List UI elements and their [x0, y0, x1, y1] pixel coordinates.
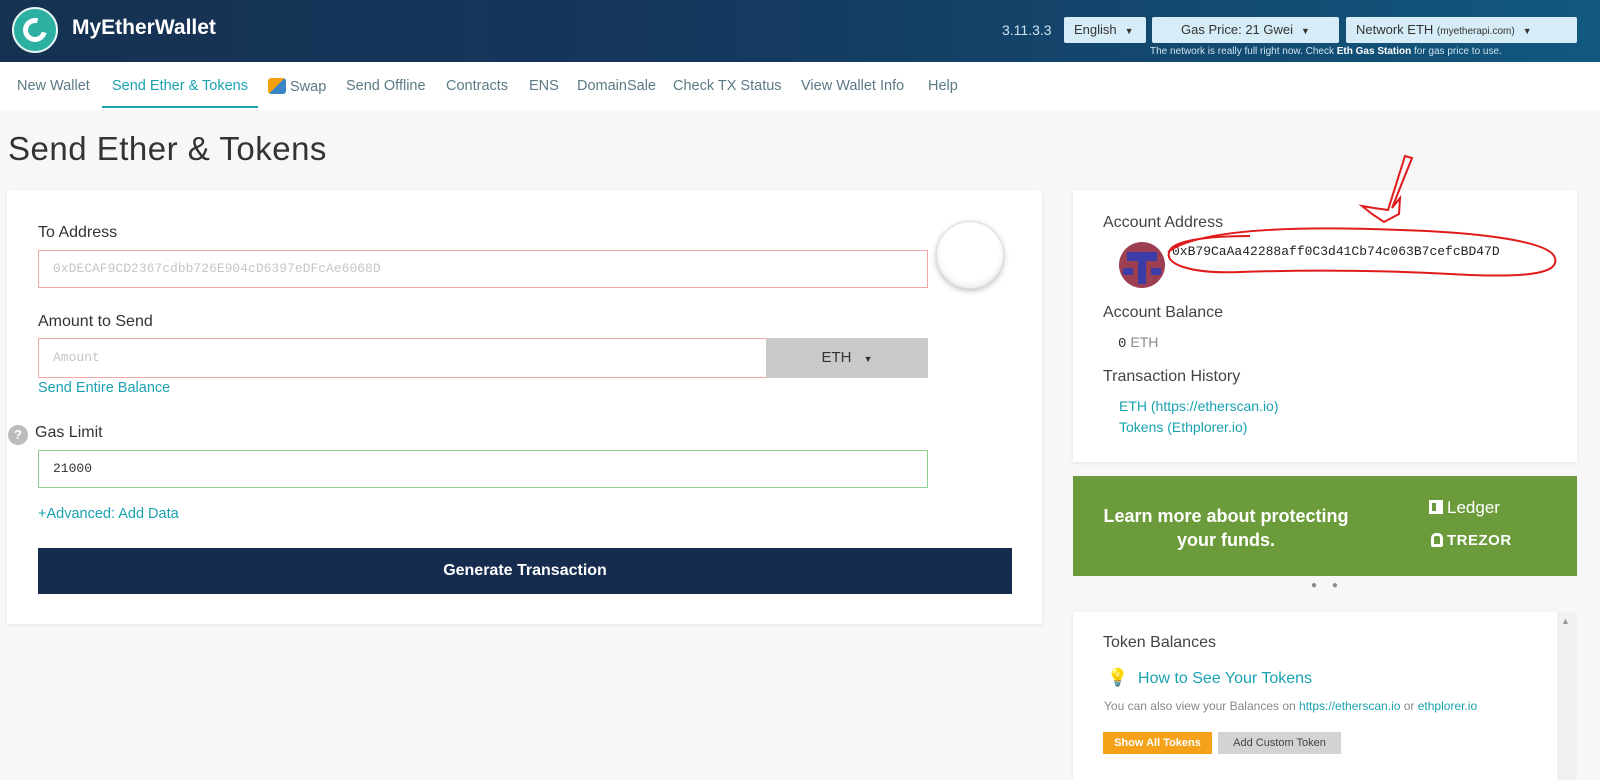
- amount-input[interactable]: Amount: [38, 338, 767, 378]
- ethplorer-link[interactable]: ethplorer.io: [1418, 699, 1477, 713]
- gas-price-label: Gas Price: 21 Gwei: [1181, 22, 1294, 37]
- trezor-icon: [1431, 533, 1443, 547]
- main-nav: New Wallet Send Ether & Tokens Swap Send…: [0, 62, 1600, 110]
- note-prefix: The network is really full right now. Ch…: [1150, 46, 1337, 57]
- nav-send-offline[interactable]: Send Offline: [346, 78, 426, 94]
- account-balance: 0 ETH: [1118, 334, 1158, 352]
- gas-limit-label: Gas Limit: [35, 424, 103, 441]
- nav-domainsale[interactable]: DomainSale: [577, 78, 656, 94]
- nav-ens[interactable]: ENS: [529, 78, 559, 94]
- nav-send-ether-tokens[interactable]: Send Ether & Tokens: [112, 78, 248, 94]
- eth-gas-station-link[interactable]: Eth Gas Station: [1337, 46, 1411, 57]
- help-question-icon[interactable]: ?: [8, 425, 28, 445]
- version-label: 3.11.3.3: [1002, 22, 1052, 38]
- token-note-mid: or: [1400, 699, 1418, 713]
- token-balances-note: You can also view your Balances on https…: [1104, 699, 1477, 713]
- ethplorer-history-link[interactable]: Tokens (Ethplorer.io): [1119, 419, 1247, 435]
- nav-check-tx-status[interactable]: Check TX Status: [673, 78, 782, 94]
- promo-text: Learn more about protecting your funds.: [1103, 506, 1349, 550]
- account-address-label: Account Address: [1103, 214, 1224, 231]
- show-all-tokens-button[interactable]: Show All Tokens: [1103, 732, 1212, 754]
- token-balances-title: Token Balances: [1103, 634, 1216, 651]
- address-identicon-placeholder: [936, 221, 1004, 289]
- account-address-value: 0xB79CaAa42288aff0C3d41Cb74c063B7cefcBD4…: [1172, 244, 1500, 259]
- caret-down-icon: ▼: [1124, 25, 1134, 36]
- nav-swap-label: Swap: [290, 79, 327, 95]
- nav-help[interactable]: Help: [928, 78, 958, 94]
- app-header: MyEtherWallet 3.11.3.3 English ▼ Gas Pric…: [0, 0, 1600, 62]
- caret-down-icon: ▼: [1522, 25, 1532, 36]
- trezor-logo[interactable]: TREZOR: [1431, 532, 1512, 549]
- account-identicon-avatar: [1119, 242, 1165, 288]
- scroll-up-arrow-icon[interactable]: ▲: [1561, 616, 1570, 626]
- caret-down-icon: ▼: [863, 354, 873, 364]
- note-suffix: for gas price to use.: [1411, 46, 1502, 57]
- currency-dropdown[interactable]: ETH ▼: [766, 338, 928, 378]
- caret-down-icon: ▼: [1301, 25, 1310, 36]
- gas-limit-input[interactable]: 21000: [38, 450, 928, 488]
- language-label: English: [1074, 22, 1117, 37]
- ledger-logo[interactable]: Ledger: [1429, 498, 1500, 518]
- to-address-label: To Address: [38, 224, 118, 241]
- swap-icon: [268, 78, 286, 94]
- nav-view-wallet-info[interactable]: View Wallet Info: [801, 78, 904, 94]
- account-balance-label: Account Balance: [1103, 304, 1224, 321]
- trezor-label: TREZOR: [1447, 532, 1512, 549]
- page-title: Send Ether & Tokens: [8, 130, 327, 167]
- etherscan-history-link[interactable]: ETH (https://etherscan.io): [1119, 398, 1279, 414]
- etherscan-link[interactable]: https://etherscan.io: [1299, 699, 1400, 713]
- add-custom-token-button[interactable]: Add Custom Token: [1218, 732, 1341, 754]
- network-host: (myetherapi.com): [1436, 26, 1515, 37]
- ledger-label: Ledger: [1447, 498, 1500, 517]
- token-note-prefix: You can also view your Balances on: [1104, 699, 1300, 713]
- lightbulb-icon: 💡: [1107, 668, 1129, 687]
- hardware-wallet-promo[interactable]: Learn more about protecting your funds. …: [1073, 476, 1577, 576]
- token-card-scrollbar[interactable]: [1557, 612, 1577, 780]
- language-dropdown[interactable]: English ▼: [1064, 17, 1146, 43]
- balance-unit: ETH: [1130, 334, 1159, 350]
- brand-name[interactable]: MyEtherWallet: [72, 16, 216, 40]
- generate-transaction-button[interactable]: Generate Transaction: [38, 548, 1012, 594]
- balance-value: 0: [1118, 336, 1127, 352]
- transaction-history-label: Transaction History: [1103, 368, 1241, 385]
- amount-label: Amount to Send: [38, 313, 153, 330]
- carousel-dots[interactable]: ● ●: [1311, 580, 1344, 591]
- nav-swap[interactable]: Swap: [268, 78, 326, 95]
- mew-logo-icon[interactable]: [12, 7, 58, 53]
- ledger-icon: [1429, 500, 1443, 514]
- nav-new-wallet[interactable]: New Wallet: [17, 78, 90, 94]
- network-congestion-note: The network is really full right now. Ch…: [1150, 46, 1502, 57]
- active-tab-underline: [102, 106, 258, 108]
- to-address-input[interactable]: 0xDECAF9CD2367cdbb726E904cD6397eDFcAe606…: [38, 250, 928, 288]
- nav-contracts[interactable]: Contracts: [446, 78, 508, 94]
- currency-label: ETH: [821, 349, 852, 366]
- gas-price-dropdown[interactable]: Gas Price: 21 Gwei ▼: [1152, 17, 1339, 43]
- send-entire-balance-link[interactable]: Send Entire Balance: [38, 380, 170, 396]
- network-label: Network ETH: [1356, 22, 1434, 37]
- how-to-see-tokens-link[interactable]: How to See Your Tokens: [1138, 670, 1312, 688]
- network-dropdown[interactable]: Network ETH (myetherapi.com) ▼: [1346, 17, 1577, 43]
- advanced-add-data-link[interactable]: +Advanced: Add Data: [38, 506, 179, 522]
